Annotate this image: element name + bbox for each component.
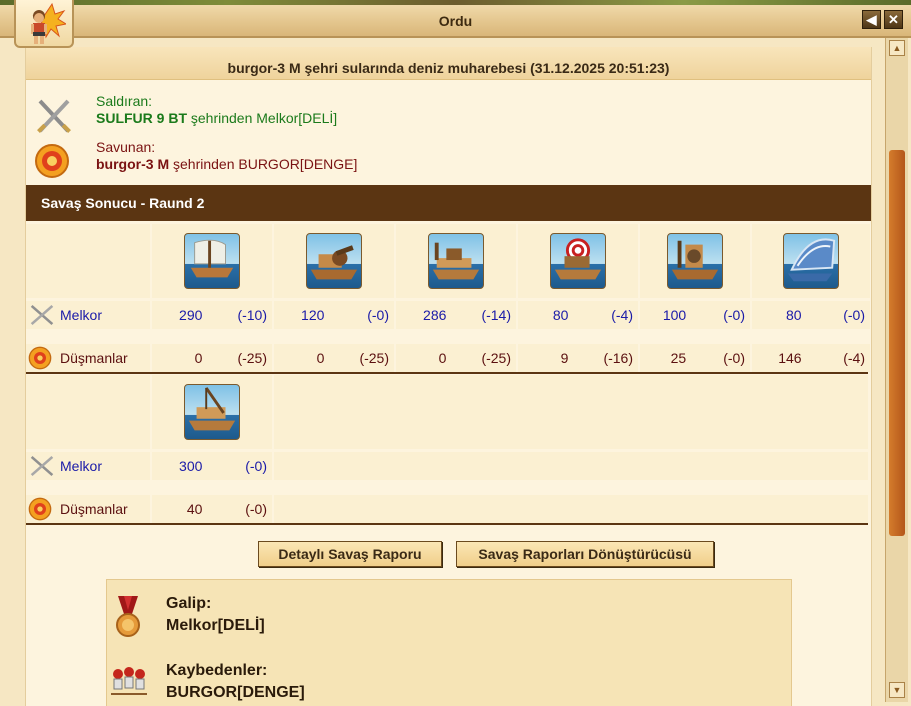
attacker-info: Saldıran: SULFUR 9 BT şehrinden Melkor[D… bbox=[26, 93, 871, 139]
defender-info: Savunan: burgor-3 M şehrinden BURGOR[DEN… bbox=[26, 139, 871, 185]
ram-ship-icon[interactable] bbox=[184, 233, 240, 289]
enemy-unit-loss: (-0) bbox=[245, 501, 267, 517]
enemy-row-label: Düşmanlar bbox=[60, 501, 128, 517]
own-row-label[interactable]: Melkor bbox=[60, 458, 102, 474]
scrollbar[interactable]: ▲ ▼ bbox=[885, 38, 908, 702]
enemy-count-cell: 0 (-25) bbox=[152, 344, 272, 372]
enemy-row-label-cell: Düşmanlar bbox=[26, 495, 150, 523]
medal-icon bbox=[116, 596, 140, 637]
own-count-cell: 286 (-14) bbox=[396, 301, 516, 329]
winner-name[interactable]: Melkor[DELİ] bbox=[166, 617, 265, 635]
own-unit-loss: (-4) bbox=[611, 307, 633, 323]
own-row-label-cell: Melkor bbox=[26, 301, 150, 329]
losers-name[interactable]: BURGOR[DENGE] bbox=[166, 684, 305, 702]
defender-city[interactable]: burgor-3 M bbox=[96, 156, 169, 172]
own-unit-loss: (-0) bbox=[723, 307, 745, 323]
enemy-count-cell: 146 (-4) bbox=[752, 344, 870, 372]
own-unit-loss: (-14) bbox=[481, 307, 511, 323]
grid-cell bbox=[274, 375, 868, 449]
grid-cell bbox=[274, 452, 868, 480]
report-converter-button[interactable]: Savaş Raporları Dönüştürücüsü bbox=[456, 541, 714, 567]
grid-cell bbox=[26, 224, 150, 298]
enemy-count-cell: 0 (-25) bbox=[274, 344, 394, 372]
own-unit-loss: (-0) bbox=[367, 307, 389, 323]
unit-cell bbox=[752, 224, 870, 298]
grid-cell bbox=[26, 375, 150, 449]
unit-cell bbox=[274, 224, 394, 298]
catapult-ship-icon[interactable] bbox=[667, 233, 723, 289]
shield-icon bbox=[35, 144, 69, 178]
enemy-unit-loss: (-4) bbox=[843, 350, 865, 366]
row-separator bbox=[26, 523, 868, 525]
round-result-bar: Savaş Sonucu - Raund 2 bbox=[26, 185, 871, 221]
unit-cell bbox=[152, 375, 272, 449]
mortar-ship-icon[interactable] bbox=[550, 233, 606, 289]
own-count-cell: 80 (-0) bbox=[752, 301, 870, 329]
enemy-row-label-cell: Düşmanlar bbox=[26, 344, 150, 372]
battle-report: burgor-3 M şehri sularında deniz muhareb… bbox=[25, 47, 872, 706]
own-count-cell: 120 (-0) bbox=[274, 301, 394, 329]
army-window: Ordu ◀ ✕ ▲ ▼ burgor-3 M şehri sularında … bbox=[0, 0, 911, 706]
unit-cell bbox=[152, 224, 272, 298]
window-title: Ordu bbox=[438, 13, 473, 29]
enemy-unit-loss: (-25) bbox=[481, 350, 511, 366]
enemy-count-cell: 40 (-0) bbox=[152, 495, 272, 523]
crossed-swords-icon bbox=[30, 455, 54, 477]
attacker-role: Saldıran: bbox=[96, 93, 153, 109]
winner-label: Galip: bbox=[166, 595, 212, 612]
enemy-unit-loss: (-16) bbox=[603, 350, 633, 366]
own-unit-loss: (-0) bbox=[843, 307, 865, 323]
warrior-portrait-icon bbox=[31, 2, 66, 44]
paddle-speedboat-icon[interactable] bbox=[783, 233, 839, 289]
battle-result-panel: Galip: Melkor[DELİ] Kaybedenler: BURGOR[… bbox=[106, 579, 792, 706]
tender-ship-icon[interactable] bbox=[184, 384, 240, 440]
scroll-up-arrow-icon[interactable]: ▲ bbox=[889, 40, 905, 56]
scroll-thumb[interactable] bbox=[889, 150, 905, 536]
own-count-cell: 100 (-0) bbox=[640, 301, 750, 329]
unit-cell bbox=[518, 224, 638, 298]
shield-icon bbox=[28, 346, 52, 370]
shield-icon bbox=[28, 497, 52, 521]
row-separator bbox=[26, 372, 868, 374]
report-header: burgor-3 M şehri sularında deniz muhareb… bbox=[26, 47, 871, 80]
crossed-swords-icon bbox=[30, 304, 54, 326]
own-unit-loss: (-10) bbox=[237, 307, 267, 323]
ballista-ship-icon[interactable] bbox=[306, 233, 362, 289]
enemy-unit-loss: (-25) bbox=[237, 350, 267, 366]
crossed-swords-icon bbox=[37, 99, 71, 133]
attacker-player[interactable]: şehrinden Melkor[DELİ] bbox=[187, 110, 337, 126]
unit-cell bbox=[640, 224, 750, 298]
defender-description: burgor-3 M şehrinden BURGOR[DENGE] bbox=[96, 156, 357, 172]
enemy-count-cell: 0 (-25) bbox=[396, 344, 516, 372]
flamethrower-ship-icon[interactable] bbox=[428, 233, 484, 289]
own-count-cell: 300 (-0) bbox=[152, 452, 272, 480]
defeated-soldiers-icon bbox=[111, 667, 147, 695]
back-icon[interactable]: ◀ bbox=[862, 10, 881, 29]
enemy-unit-loss: (-25) bbox=[359, 350, 389, 366]
own-row-label-cell: Melkor bbox=[26, 452, 150, 480]
avatar bbox=[14, 0, 74, 48]
own-count-cell: 80 (-4) bbox=[518, 301, 638, 329]
defender-role: Savunan: bbox=[96, 139, 156, 155]
attacker-city[interactable]: SULFUR 9 BT bbox=[96, 110, 187, 126]
window-titlebar[interactable]: Ordu ◀ ✕ bbox=[0, 0, 911, 38]
close-icon[interactable]: ✕ bbox=[884, 10, 903, 29]
attacker-description: SULFUR 9 BT şehrinden Melkor[DELİ] bbox=[96, 110, 337, 126]
enemy-row-label: Düşmanlar bbox=[60, 350, 128, 366]
unit-cell bbox=[396, 224, 516, 298]
losers-label: Kaybedenler: bbox=[166, 662, 268, 679]
enemy-count-cell: 25 (-0) bbox=[640, 344, 750, 372]
detailed-report-button[interactable]: Detaylı Savaş Raporu bbox=[258, 541, 442, 567]
enemy-unit-loss: (-0) bbox=[723, 350, 745, 366]
own-count-cell: 290 (-10) bbox=[152, 301, 272, 329]
grid-cell bbox=[274, 495, 868, 523]
own-row-label[interactable]: Melkor bbox=[60, 307, 102, 323]
own-unit-loss: (-0) bbox=[245, 458, 267, 474]
enemy-count-cell: 9 (-16) bbox=[518, 344, 638, 372]
scroll-down-arrow-icon[interactable]: ▼ bbox=[889, 682, 905, 698]
map-strip bbox=[0, 0, 911, 5]
defender-player[interactable]: şehrinden BURGOR[DENGE] bbox=[169, 156, 357, 172]
